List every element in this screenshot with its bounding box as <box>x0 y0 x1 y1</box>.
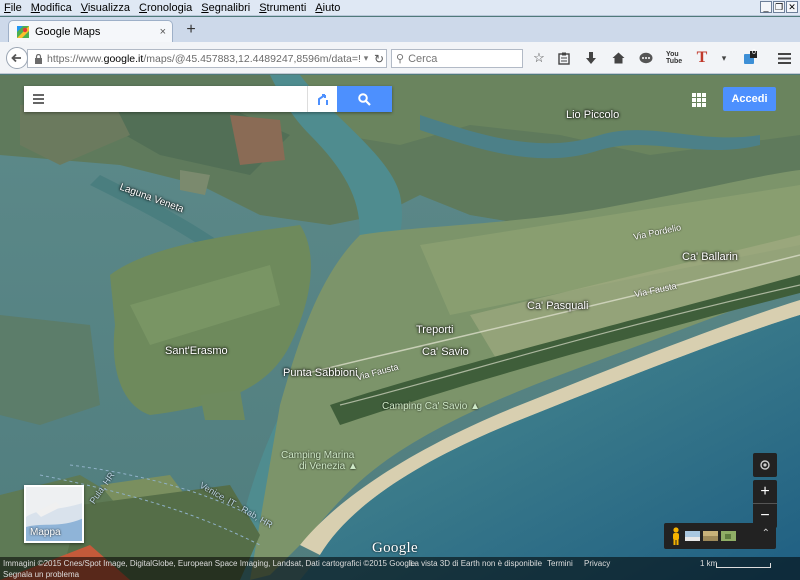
map-mode-thumbnail[interactable]: Mappa <box>24 485 84 543</box>
terms-link[interactable]: Termini <box>547 559 573 568</box>
satellite-imagery <box>0 75 800 580</box>
tab-strip: Google Maps × + <box>0 17 800 42</box>
download-icon[interactable] <box>583 50 599 66</box>
imagery-attribution: Immagini ©2015 Cnes/Spot Image, DigitalG… <box>3 559 416 568</box>
campground-icon: ▲ <box>347 461 358 472</box>
restore-button[interactable]: ❐ <box>773 1 785 13</box>
menu-visualizza[interactable]: Visualizza <box>77 0 135 16</box>
earth-3d-note: La vista 3D di Earth non è disponibile <box>410 559 543 568</box>
poi-camping-ca-savio[interactable]: Camping Ca' Savio ▲ <box>382 401 480 412</box>
scale-label: 1 km <box>700 559 718 568</box>
badge-extension-icon[interactable]: 0 <box>742 49 758 66</box>
sign-in-button[interactable]: Accedi <box>723 87 776 111</box>
maps-search-button[interactable] <box>337 86 392 112</box>
star-icon[interactable]: ☆ <box>531 50 547 66</box>
directions-button[interactable] <box>307 86 337 112</box>
place-label-ca-ballarin[interactable]: Ca' Ballarin <box>682 251 738 263</box>
place-label-punta-sabbioni[interactable]: Punta Sabbioni <box>283 367 358 379</box>
menu-cronologia[interactable]: Cronologia <box>135 0 197 16</box>
browser-search-bar[interactable]: ⚲ <box>391 49 523 68</box>
directions-icon <box>317 94 328 105</box>
place-label-lio-piccolo[interactable]: Lio Piccolo <box>566 109 619 121</box>
search-icon: ⚲ <box>396 53 405 65</box>
url-bar[interactable]: https://www.google.it/maps/@45.457883,12… <box>27 49 387 68</box>
scale-bar <box>716 563 771 568</box>
place-label-sant-erasmo[interactable]: Sant'Erasmo <box>165 345 228 357</box>
extension-badge-count: 0 <box>752 49 756 56</box>
clipboard-icon[interactable] <box>556 50 572 66</box>
window-controls: _ ❐ ✕ <box>760 1 798 13</box>
tab-close-icon[interactable]: × <box>160 26 166 38</box>
maps-menu-button[interactable] <box>24 86 52 112</box>
my-location-icon <box>760 460 770 470</box>
poi-camping-marina[interactable]: Camping Marina <box>281 450 354 461</box>
privacy-link[interactable]: Privacy <box>584 559 610 568</box>
menu-icon[interactable] <box>776 50 792 66</box>
browser-window: File Modifica Visualizza Cronologia Segn… <box>0 0 800 580</box>
satellite-map[interactable]: Lio Piccolo Laguna Veneta Sant'Erasmo Pu… <box>0 75 800 580</box>
browser-search-input[interactable] <box>408 52 509 65</box>
zoom-control: + − <box>753 480 777 528</box>
youtube-icon[interactable]: You Tube <box>666 50 684 66</box>
pegman-icon[interactable] <box>670 527 682 545</box>
menu-file[interactable]: File <box>0 0 27 16</box>
imagery-thumbnail-green[interactable] <box>721 531 736 541</box>
menu-modifica[interactable]: Modifica <box>27 0 77 16</box>
campground-icon: ▲ <box>470 401 480 412</box>
navigation-toolbar: https://www.google.it/maps/@45.457883,12… <box>0 42 800 74</box>
google-maps-favicon-icon <box>17 25 29 38</box>
tab-title: Google Maps <box>35 25 101 38</box>
place-label-ca-pasquali[interactable]: Ca' Pasquali <box>527 300 588 312</box>
menu-segnalibri[interactable]: Segnalibri <box>197 0 255 16</box>
reload-icon[interactable]: ↻ <box>372 52 386 66</box>
place-label-treporti[interactable]: Treporti <box>416 324 454 336</box>
apps-grid-icon[interactable] <box>692 93 706 107</box>
minimap-label: Mappa <box>30 527 61 538</box>
imagery-thumbnail-sky[interactable] <box>685 531 700 541</box>
menu-bar: File Modifica Visualizza Cronologia Segn… <box>0 0 800 16</box>
my-location-button[interactable] <box>753 453 777 477</box>
extension-dropdown-icon[interactable]: ▾ <box>716 50 732 66</box>
back-button[interactable] <box>6 47 28 69</box>
lock-icon <box>35 53 42 64</box>
imagery-strip: ⌃ <box>664 523 776 549</box>
tab-google-maps[interactable]: Google Maps × <box>8 20 173 42</box>
t-extension-icon[interactable]: T <box>694 49 710 66</box>
map-footer: Immagini ©2015 Cnes/Spot Image, DigitalG… <box>0 557 800 580</box>
report-problem-link[interactable]: Segnala un problema <box>3 570 79 579</box>
search-icon <box>358 92 371 106</box>
imagery-thumbnail-desert[interactable] <box>703 531 718 541</box>
zoom-in-button[interactable]: + <box>753 480 777 504</box>
place-label-ca-savio[interactable]: Ca' Savio <box>422 346 469 358</box>
url-dropdown-icon[interactable]: ▾ <box>360 53 372 64</box>
poi-camping-marina-2[interactable]: di Venezia ▲ <box>299 461 358 472</box>
minimize-button[interactable]: _ <box>760 1 772 13</box>
maps-search-input[interactable] <box>52 87 302 111</box>
new-tab-button[interactable]: + <box>182 21 200 39</box>
chat-icon[interactable] <box>638 50 654 66</box>
back-arrow-icon <box>11 53 21 63</box>
chevron-up-icon[interactable]: ⌃ <box>762 528 770 539</box>
url-text: https://www.google.it/maps/@45.457883,12… <box>47 52 360 65</box>
home-icon[interactable] <box>610 50 626 66</box>
menu-aiuto[interactable]: Aiuto <box>311 0 345 16</box>
menu-strumenti[interactable]: Strumenti <box>255 0 311 16</box>
close-window-button[interactable]: ✕ <box>786 1 798 13</box>
maps-search-box <box>24 86 392 112</box>
google-logo: Google <box>372 540 418 556</box>
